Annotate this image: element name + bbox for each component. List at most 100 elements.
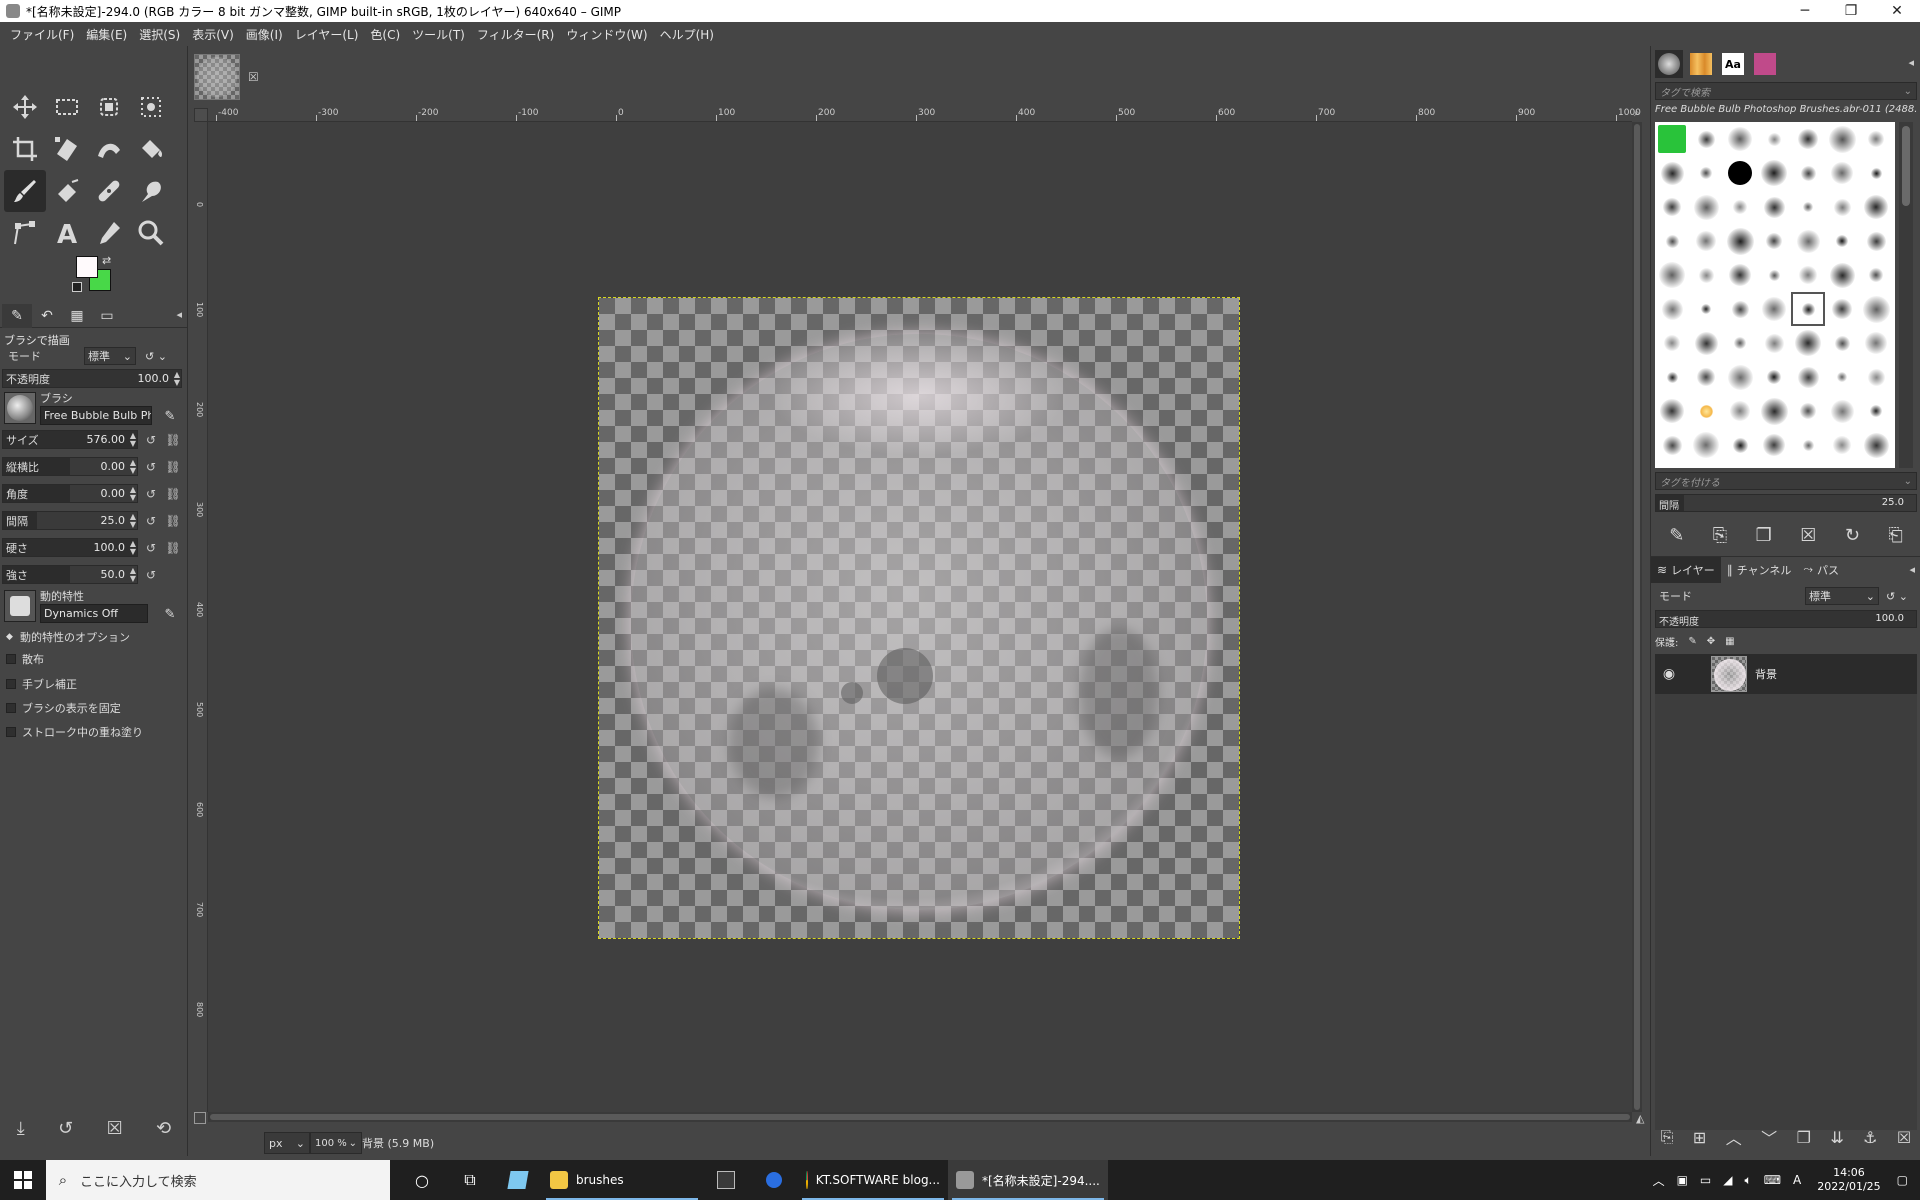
link-aspect-icon[interactable]: ⛓ (164, 457, 182, 476)
opacity-spin[interactable]: 不透明度 100.0 ▲ ▼ (2, 369, 182, 388)
smooth-row[interactable]: 手ブレ補正 (6, 675, 77, 693)
lock-brush-checkbox[interactable] (6, 703, 16, 713)
vscode-app-icon[interactable] (702, 1160, 750, 1200)
swap-colors-icon[interactable]: ⇄ (102, 254, 111, 267)
reset-angle-icon[interactable]: ↺ (142, 484, 160, 503)
brush-thumbnail[interactable] (1791, 224, 1825, 258)
menu-view[interactable]: 表示(V) (186, 26, 240, 43)
text-tool-icon[interactable]: A (46, 212, 88, 254)
notifications-icon[interactable]: ▢ (1891, 1173, 1914, 1187)
brush-thumbnail[interactable] (1791, 156, 1825, 190)
quick-mask-icon[interactable] (194, 1112, 206, 1124)
menu-help[interactable]: ヘルプ(H) (654, 26, 720, 43)
menu-colors[interactable]: 色(C) (364, 26, 406, 43)
notepad-app-icon[interactable] (494, 1160, 542, 1200)
fuzzy-select-tool-icon[interactable] (130, 86, 172, 128)
brush-thumbnail[interactable] (1723, 428, 1757, 462)
hardness-spin[interactable]: 硬さ 100.0 ▲ ▼ (2, 538, 138, 557)
force-spin[interactable]: 強さ 50.0 ▲ ▼ (2, 565, 138, 584)
menu-windows[interactable]: ウィンドウ(W) (560, 26, 653, 43)
brush-thumbnail[interactable] (1723, 190, 1757, 224)
brush-thumbnail[interactable] (1655, 122, 1689, 156)
tag-search-input[interactable]: タグで検索 ⌄ (1655, 82, 1917, 100)
reset-spacing-icon[interactable]: ↺ (142, 511, 160, 530)
tool-options-tab-icon[interactable]: ✎ (2, 303, 32, 328)
brush-thumbnail[interactable] (1723, 156, 1757, 190)
lower-layer-icon[interactable]: ﹀ (1761, 1125, 1777, 1149)
layer-opacity-spin[interactable]: 不透明度 100.0 (1655, 610, 1917, 628)
brush-thumbnail[interactable] (1689, 258, 1723, 292)
heal-tool-icon[interactable] (88, 170, 130, 212)
spin-arrows-icon[interactable]: ▲ ▼ (130, 539, 136, 556)
clock[interactable]: 14:06 2022/01/25 (1807, 1166, 1890, 1194)
free-select-tool-icon[interactable] (88, 86, 130, 128)
restore-options-icon[interactable]: ↺ (58, 1118, 73, 1139)
refresh-brushes-icon[interactable]: ↻ (1845, 525, 1860, 546)
menu-file[interactable]: ファイル(F) (4, 26, 80, 43)
brush-thumbnail[interactable] (1689, 190, 1723, 224)
spin-arrows-icon[interactable]: ▲ ▼ (130, 458, 136, 475)
brush-thumbnail[interactable] (1791, 394, 1825, 428)
images-tab-icon[interactable]: ▭ (92, 304, 122, 328)
vertical-scrollbar[interactable] (1632, 122, 1642, 1112)
brush-thumbnail[interactable] (1723, 394, 1757, 428)
brush-thumbnail[interactable] (1655, 224, 1689, 258)
delete-brush-icon[interactable]: ☒ (1800, 525, 1816, 546)
brush-thumbnail[interactable] (1655, 326, 1689, 360)
layer-row[interactable]: ◉ 背景 (1655, 654, 1917, 694)
brush-thumbnail[interactable] (1825, 156, 1859, 190)
brush-thumbnail[interactable] (1723, 360, 1757, 394)
network-tray-icon[interactable]: ▣ (1671, 1173, 1694, 1187)
brush-thumbnail[interactable] (1859, 360, 1893, 394)
taskbar-app-chrome[interactable]: KT.SOFTWARE blog... (798, 1160, 948, 1200)
scatter-row[interactable]: 散布 (6, 650, 44, 668)
bucket-fill-tool-icon[interactable] (130, 128, 172, 170)
edit-brush-icon[interactable]: ✎ (1669, 525, 1684, 546)
dock-menu-icon[interactable]: ◂ (1908, 56, 1914, 69)
link-angle-icon[interactable]: ⛓ (164, 484, 182, 503)
menu-select[interactable]: 選択(S) (133, 26, 186, 43)
close-image-icon[interactable]: ☒ (248, 70, 259, 84)
brush-grid[interactable] (1655, 122, 1895, 468)
ime-indicator[interactable]: A (1787, 1173, 1807, 1187)
close-button[interactable]: ✕ (1874, 0, 1920, 22)
link-spacing-icon[interactable]: ⛓ (164, 511, 182, 530)
paths-tool-icon[interactable] (4, 212, 46, 254)
layer-name[interactable]: 背景 (1755, 666, 1777, 682)
wifi-icon[interactable]: ◢ (1717, 1173, 1738, 1187)
paintbrush-tool-icon[interactable] (4, 170, 46, 212)
brush-thumbnail[interactable] (1655, 156, 1689, 190)
brush-thumbnail[interactable] (1655, 292, 1689, 326)
reset-size-icon[interactable]: ↺ (142, 430, 160, 449)
dynamics-preview[interactable] (4, 590, 36, 622)
move-tool-icon[interactable] (4, 86, 46, 128)
brush-grid-scrollbar[interactable] (1899, 122, 1913, 468)
ruler-corner[interactable] (194, 108, 208, 122)
maximize-button[interactable]: ❐ (1828, 0, 1874, 22)
canvas-area[interactable] (208, 122, 1632, 1112)
duplicate-brush-icon[interactable]: ❐ (1756, 525, 1772, 546)
anchor-layer-icon[interactable]: ⚓ (1863, 1128, 1877, 1147)
color-picker-tool-icon[interactable] (88, 212, 130, 254)
brush-thumbnail[interactable] (1791, 258, 1825, 292)
zoom-select[interactable]: 100 % ⌄ (310, 1132, 362, 1154)
brush-thumbnail[interactable] (1825, 326, 1859, 360)
new-brush-icon[interactable]: ⎘ (1713, 525, 1727, 546)
start-button[interactable] (0, 1160, 46, 1200)
vertical-scroll-thumb[interactable] (1634, 124, 1640, 1110)
spin-arrows-icon[interactable]: ▲ ▼ (130, 566, 136, 583)
angle-spin[interactable]: 角度 0.00 ▲ ▼ (2, 484, 138, 503)
brush-thumbnail[interactable] (1859, 428, 1893, 462)
show-hidden-icons-icon[interactable]: ︿ (1647, 1172, 1671, 1189)
smudge-tool-icon[interactable] (130, 170, 172, 212)
taskbar-app-gimp[interactable]: *[名称未設定]-294.... (948, 1160, 1108, 1200)
volume-icon[interactable]: 🔈︎ (1739, 1173, 1758, 1188)
dock-menu-icon[interactable]: ◂ (176, 308, 182, 321)
mode-select[interactable]: 標準 ⌄ (84, 347, 136, 365)
brush-thumbnail[interactable] (1791, 292, 1825, 326)
brush-thumbnail[interactable] (1723, 258, 1757, 292)
layer-mode-reset-icon[interactable]: ↺ ⌄ (1879, 590, 1915, 603)
eraser-tool-icon[interactable] (46, 170, 88, 212)
paths-tab[interactable]: ⤳ パス (1797, 557, 1845, 583)
edit-brush-icon[interactable]: ✎ (160, 406, 180, 426)
